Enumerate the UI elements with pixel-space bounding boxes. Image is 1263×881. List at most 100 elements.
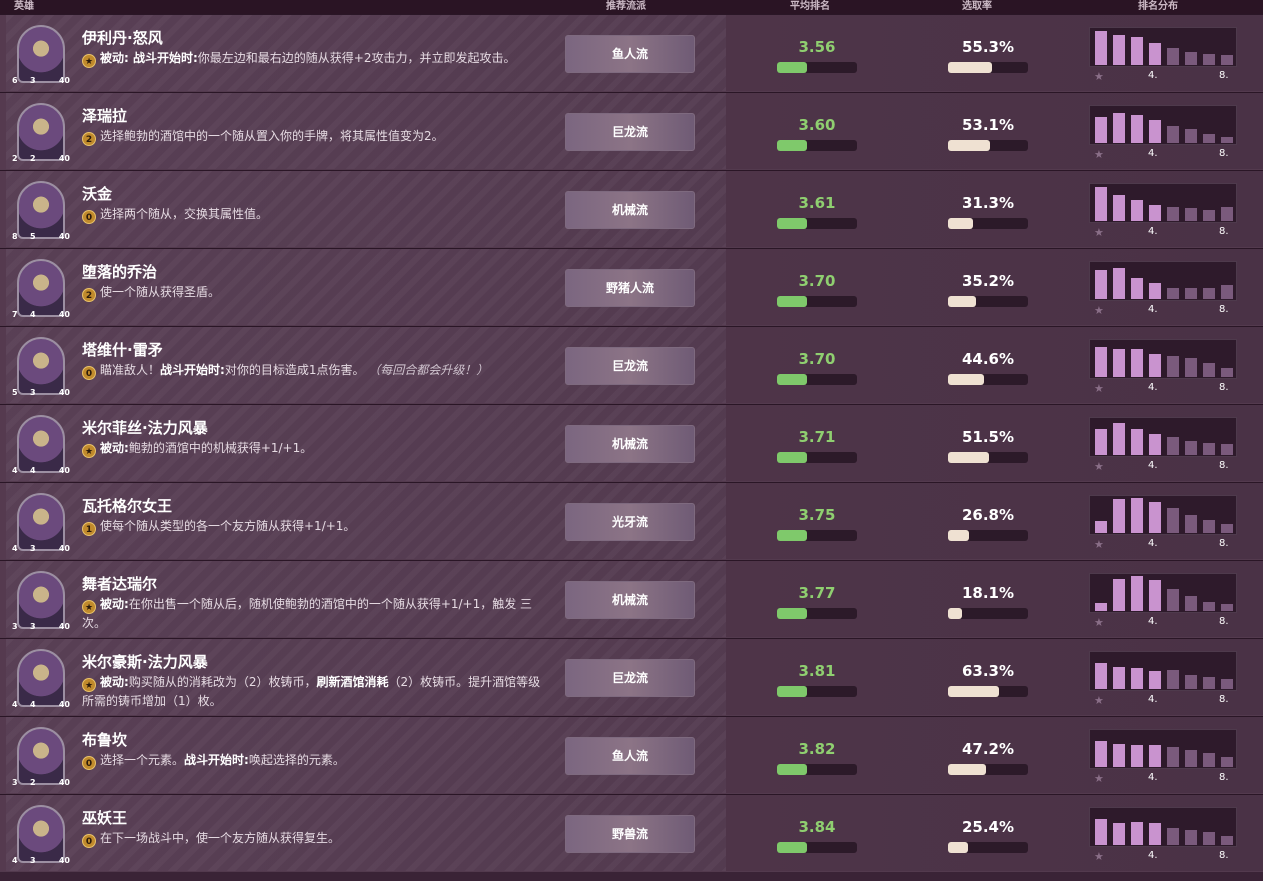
archetype-button[interactable]: 巨龙流: [565, 347, 695, 385]
rank-bar-6: [1185, 129, 1197, 143]
archetype-button[interactable]: 鱼人流: [565, 737, 695, 775]
rank-bar-6: [1185, 358, 1197, 377]
hero-name[interactable]: 米尔豪斯·法力风暴: [82, 651, 208, 672]
desc-keyword: 被动:: [100, 441, 129, 455]
hero-power-description: ★ 被动: 战斗开始时:你最左边和最右边的随从获得+2攻击力，并立即发起攻击。: [82, 49, 542, 68]
hero-portrait[interactable]: 2 2 40: [12, 101, 70, 165]
table-row[interactable]: 4 4 40 米尔菲丝·法力风暴 ★ 被动:鲍勃的酒馆中的机械获得+1/+1。 机…: [0, 404, 1263, 482]
table-row[interactable]: 4 3 40 瓦托格尔女王 1 使每个随从类型的各一个友方随从获得+1/+1。 光…: [0, 482, 1263, 560]
header-pick-rate[interactable]: 选取率: [962, 0, 992, 12]
table-row[interactable]: 4 4 40 米尔豪斯·法力风暴 ★ 被动:购买随从的消耗改为（2）枚铸币，刷新酒…: [0, 638, 1263, 716]
rank-distribution-chart: [1089, 807, 1237, 847]
pick-rate-bar: [948, 62, 1028, 73]
avg-rank-fill: [777, 296, 807, 307]
rank-bar-1: [1095, 31, 1107, 65]
archetype-button[interactable]: 鱼人流: [565, 35, 695, 73]
rank-bar-5: [1167, 828, 1179, 845]
avg-rank-bar: [777, 140, 857, 151]
hero-avatar: [17, 337, 65, 395]
hero-portrait[interactable]: 4 4 40: [12, 413, 70, 477]
table-row[interactable]: 6 3 40 伊利丹·怒风 ★ 被动: 战斗开始时:你最左边和最右边的随从获得+2…: [0, 14, 1263, 92]
rank-bar-1: [1095, 521, 1107, 533]
rank-bar-8: [1221, 137, 1233, 143]
archetype-button[interactable]: 巨龙流: [565, 113, 695, 151]
rank-bar-2: [1113, 113, 1125, 143]
archetype-button[interactable]: 野兽流: [565, 815, 695, 853]
table-row[interactable]: 3 2 40 布鲁坎 0 选择一个元素。战斗开始时:唤起选择的元素。 鱼人流 3.…: [0, 716, 1263, 794]
rank-bar-5: [1167, 508, 1179, 533]
avg-rank-value: 3.81: [798, 662, 836, 680]
table-row[interactable]: 5 3 40 塔维什·雷矛 0 瞄准敌人！战斗开始时:对你的目标造成1点伤害。 （…: [0, 326, 1263, 404]
dist-label-mid: 4.: [1148, 226, 1158, 237]
hero-name[interactable]: 塔维什·雷矛: [82, 339, 163, 360]
hero-portrait[interactable]: 3 3 40: [12, 569, 70, 633]
hero-portrait[interactable]: 4 4 40: [12, 647, 70, 711]
table-row[interactable]: 8 5 40 沃金 0 选择两个随从，交换其属性值。 机械流 3.61 31.3%…: [0, 170, 1263, 248]
hero-portrait[interactable]: 6 3 40: [12, 23, 70, 87]
hero-health: 3: [30, 544, 36, 553]
desc-text: 使一个随从获得圣盾。: [100, 285, 221, 299]
rank-bar-8: [1221, 604, 1233, 611]
rank-bar-1: [1095, 603, 1107, 611]
rank-bar-2: [1113, 667, 1125, 689]
archetype-button[interactable]: 机械流: [565, 425, 695, 463]
hero-armor: 40: [58, 76, 70, 85]
star-icon: ★: [1094, 460, 1104, 473]
hero-portrait[interactable]: 8 5 40: [12, 179, 70, 243]
coin-icon: 0: [82, 210, 96, 224]
pick-rate-bar: [948, 218, 1028, 229]
hero-name[interactable]: 布鲁坎: [82, 729, 127, 750]
avg-rank-fill: [777, 374, 807, 385]
dist-label-end: 8.: [1219, 148, 1229, 159]
pick-rate-bar: [948, 842, 1028, 853]
archetype-button[interactable]: 机械流: [565, 581, 695, 619]
hero-portrait[interactable]: 3 2 40: [12, 725, 70, 789]
hero-avatar: [17, 805, 65, 863]
rank-bar-6: [1185, 441, 1197, 455]
rank-bar-7: [1203, 443, 1215, 455]
table-row[interactable]: 4 3 40 巫妖王 0 在下一场战斗中，使一个友方随从获得复生。 野兽流 3.8…: [0, 794, 1263, 872]
hero-name[interactable]: 巫妖王: [82, 807, 127, 828]
hero-portrait[interactable]: 4 3 40: [12, 491, 70, 555]
dist-label-mid: 4.: [1148, 538, 1158, 549]
hero-power-description: ★ 被动:鲍勃的酒馆中的机械获得+1/+1。: [82, 439, 542, 458]
hero-attack: 8: [12, 232, 18, 241]
desc-keyword: 被动: 战斗开始时:: [100, 51, 198, 65]
hero-name[interactable]: 伊利丹·怒风: [82, 27, 163, 48]
hero-portrait[interactable]: 5 3 40: [12, 335, 70, 399]
hero-power-description: ★ 被动:在你出售一个随从后，随机使鲍勃的酒馆中的一个随从获得+1/+1，触发 三…: [82, 595, 542, 633]
header-avg-rank[interactable]: 平均排名: [790, 0, 830, 12]
archetype-button[interactable]: 机械流: [565, 191, 695, 229]
archetype-button[interactable]: 光牙流: [565, 503, 695, 541]
header-archetype[interactable]: 推荐流派: [606, 0, 646, 12]
table-row[interactable]: 3 3 40 舞者达瑞尔 ★ 被动:在你出售一个随从后，随机使鲍勃的酒馆中的一个随…: [0, 560, 1263, 638]
hero-portrait[interactable]: 4 3 40: [12, 803, 70, 867]
rank-bar-7: [1203, 210, 1215, 221]
hero-name[interactable]: 米尔菲丝·法力风暴: [82, 417, 208, 438]
hero-portrait[interactable]: 7 4 40: [12, 257, 70, 321]
rank-distribution-chart: [1089, 27, 1237, 67]
hero-health: 4: [30, 700, 36, 709]
rank-bar-8: [1221, 836, 1233, 845]
hero-name[interactable]: 瓦托格尔女王: [82, 495, 172, 516]
pick-rate-value: 51.5%: [961, 428, 1015, 446]
hero-name[interactable]: 泽瑞拉: [82, 105, 127, 126]
hero-name[interactable]: 舞者达瑞尔: [82, 573, 157, 594]
coin-icon: 0: [82, 366, 96, 380]
rank-bar-4: [1149, 745, 1161, 767]
archetype-button[interactable]: 野猪人流: [565, 269, 695, 307]
avg-rank-bar: [777, 218, 857, 229]
archetype-button[interactable]: 巨龙流: [565, 659, 695, 697]
rank-bar-2: [1113, 268, 1125, 299]
avg-rank-bar: [777, 452, 857, 463]
table-row[interactable]: 2 2 40 泽瑞拉 2 选择鲍勃的酒馆中的一个随从置入你的手牌，将其属性值变为2…: [0, 92, 1263, 170]
header-hero[interactable]: 英雄: [14, 0, 34, 12]
header-distribution[interactable]: 排名分布: [1138, 0, 1178, 12]
table-row[interactable]: 7 4 40 堕落的乔治 2 使一个随从获得圣盾。 野猪人流 3.70 35.2%…: [0, 248, 1263, 326]
hero-name[interactable]: 沃金: [82, 183, 112, 204]
hero-name[interactable]: 堕落的乔治: [82, 261, 157, 282]
avg-rank-fill: [777, 140, 807, 151]
dist-label-end: 8.: [1219, 538, 1229, 549]
pick-rate-bar: [948, 686, 1028, 697]
desc-keyword: 被动:: [100, 597, 129, 611]
